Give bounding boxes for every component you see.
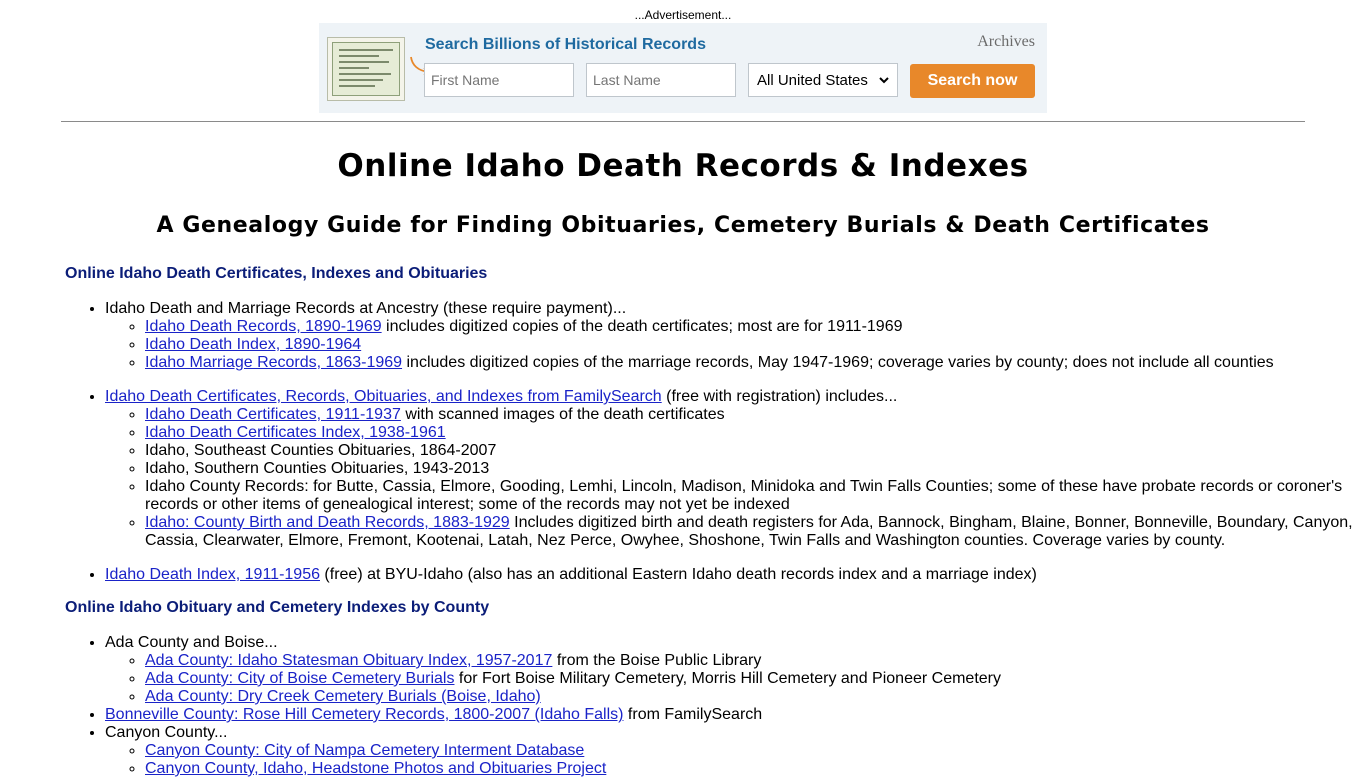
chevron-down-icon (879, 77, 889, 84)
list-item: Ada County and Boise... Ada County: Idah… (105, 634, 1365, 706)
county-indexes-list: Ada County and Boise... Ada County: Idah… (65, 634, 1365, 778)
list-item: Idaho Death Index, 1890-1964 (145, 336, 1365, 354)
section-heading-obituary-cemetery: Online Idaho Obituary and Cemetery Index… (65, 599, 490, 616)
list-item: Idaho Death Index, 1911-1956 (free) at B… (105, 566, 1365, 584)
advertisement-label: ...Advertisement... (634, 8, 732, 22)
list-item: Ada County: City of Boise Cemetery Buria… (145, 670, 1365, 688)
list-item: Idaho Death and Marriage Records at Ance… (105, 300, 1365, 372)
list-item: Ada County: Dry Creek Cemetery Burials (… (145, 688, 1365, 706)
list-item: Idaho Death Certificates Index, 1938-196… (145, 424, 1365, 442)
location-select[interactable]: All United States (748, 63, 898, 97)
list-item: Canyon County... Canyon County: City of … (105, 724, 1365, 778)
link-ada-dry-creek-cemetery[interactable]: Ada County: Dry Creek Cemetery Burials (… (145, 688, 541, 705)
archives-logo: Archives (977, 33, 1035, 50)
section-heading-death-certificates: Online Idaho Death Certificates, Indexes… (65, 265, 488, 282)
link-canyon-nampa-cemetery[interactable]: Canyon County: City of Nampa Cemetery In… (145, 742, 584, 759)
list-item: Bonneville County: Rose Hill Cemetery Re… (105, 706, 1365, 724)
list-item: Canyon County, Idaho, Headstone Photos a… (145, 760, 1365, 778)
list-item: Idaho County Records: for Butte, Cassia,… (145, 478, 1365, 514)
page-subtitle: A Genealogy Guide for Finding Obituaries… (156, 213, 1210, 238)
link-bonneville-rose-hill-cemetery[interactable]: Bonneville County: Rose Hill Cemetery Re… (105, 706, 623, 723)
divider (61, 121, 1305, 122)
last-name-input[interactable] (586, 63, 736, 97)
list-item: Idaho Marriage Records, 1863-1969 includ… (145, 354, 1365, 372)
ad-headline: Search Billions of Historical Records (425, 36, 706, 53)
link-ada-boise-cemetery-burials[interactable]: Ada County: City of Boise Cemetery Buria… (145, 670, 454, 687)
link-idaho-death-index-byu[interactable]: Idaho Death Index, 1911-1956 (105, 566, 320, 583)
list-item: Ada County: Idaho Statesman Obituary Ind… (145, 652, 1365, 670)
link-ada-statesman-obituary-index[interactable]: Ada County: Idaho Statesman Obituary Ind… (145, 652, 552, 669)
list-item: Idaho, Southern Counties Obituaries, 194… (145, 460, 1365, 478)
search-now-button[interactable]: Search now (910, 64, 1035, 98)
list-item: Idaho Death Certificates, 1911-1937 with… (145, 406, 1365, 424)
link-death-certificates-1911-1937[interactable]: Idaho Death Certificates, 1911-1937 (145, 406, 401, 423)
death-certificates-list: Idaho Death and Marriage Records at Ance… (65, 300, 1365, 584)
link-idaho-death-records[interactable]: Idaho Death Records, 1890-1969 (145, 318, 382, 335)
link-familysearch-records[interactable]: Idaho Death Certificates, Records, Obitu… (105, 388, 662, 405)
list-item: Idaho, Southeast Counties Obituaries, 18… (145, 442, 1365, 460)
first-name-input[interactable] (424, 63, 574, 97)
page-title: Online Idaho Death Records & Indexes (337, 148, 1029, 184)
link-county-birth-death-records[interactable]: Idaho: County Birth and Death Records, 1… (145, 514, 510, 531)
list-item: Idaho Death Records, 1890-1969 includes … (145, 318, 1365, 336)
link-idaho-marriage-records[interactable]: Idaho Marriage Records, 1863-1969 (145, 354, 402, 371)
list-item: Idaho: County Birth and Death Records, 1… (145, 514, 1365, 550)
list-item: Canyon County: City of Nampa Cemetery In… (145, 742, 1365, 760)
link-death-certificates-index-1938-1961[interactable]: Idaho Death Certificates Index, 1938-196… (145, 424, 446, 441)
ad-banner[interactable]: Search Billions of Historical Records Ar… (319, 23, 1047, 113)
link-canyon-headstone-photos[interactable]: Canyon County, Idaho, Headstone Photos a… (145, 760, 606, 777)
list-item: Idaho Death Certificates, Records, Obitu… (105, 388, 1365, 550)
death-certificate-thumbnail (327, 37, 405, 101)
link-idaho-death-index[interactable]: Idaho Death Index, 1890-1964 (145, 336, 361, 353)
location-select-value: All United States (757, 71, 868, 89)
